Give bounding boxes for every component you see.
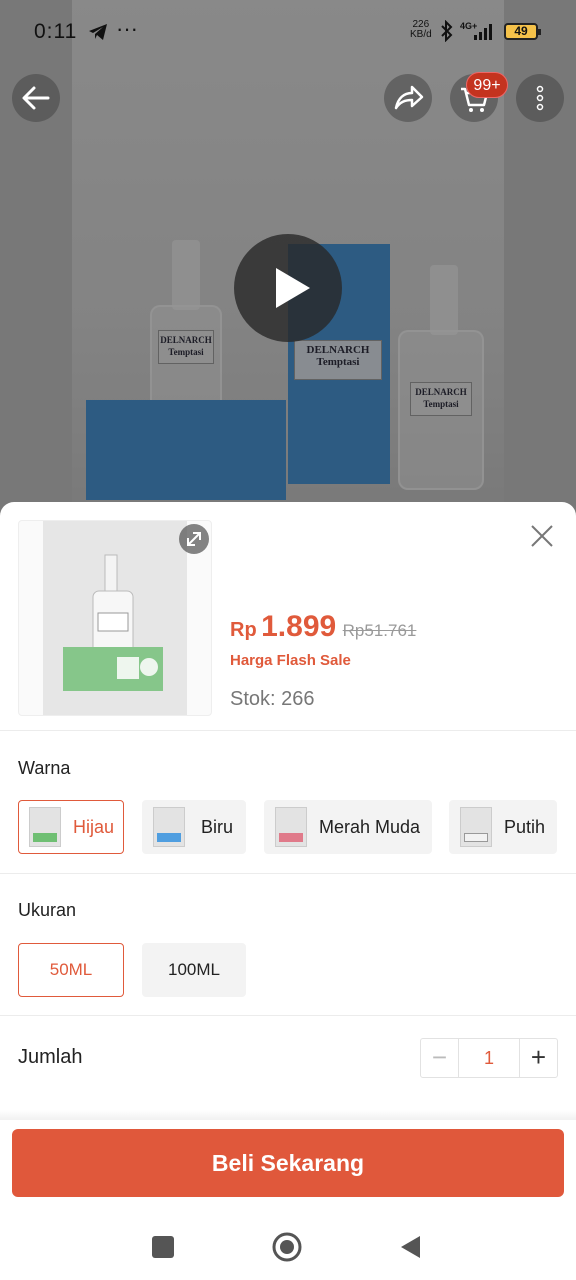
bluetooth-icon	[440, 19, 454, 47]
close-icon	[531, 525, 553, 547]
color-swatch	[29, 807, 61, 847]
variant-bottom-sheet: Rp 1.899 Rp51.761 Harga Flash Sale Stok:…	[0, 502, 576, 1280]
battery-icon: 49	[504, 23, 541, 40]
size-option-100ml[interactable]: 100ML	[142, 943, 246, 997]
back-triangle-icon[interactable]	[398, 1234, 424, 1260]
divider	[0, 730, 576, 731]
play-video-button[interactable]	[234, 234, 342, 342]
recent-apps-icon[interactable]	[152, 1236, 174, 1258]
swatch-color	[279, 833, 303, 842]
home-icon[interactable]	[271, 1231, 303, 1263]
arrow-left-icon	[22, 86, 50, 110]
size-section-title: Ukuran	[18, 900, 77, 920]
price-block: Rp 1.899 Rp51.761	[230, 610, 416, 644]
size-option-label: 50ML	[49, 960, 93, 979]
flash-sale-label: Harga Flash Sale	[230, 652, 351, 669]
expand-image-button[interactable]	[179, 524, 209, 554]
price-value: 1.899	[261, 610, 337, 643]
color-option-merah-muda[interactable]: Merah Muda	[264, 800, 432, 854]
swatch-color	[464, 833, 488, 842]
buy-now-button[interactable]: Beli Sekarang	[12, 1129, 564, 1197]
system-navigation-bar	[0, 1208, 576, 1280]
original-price: Rp51.761	[342, 621, 417, 640]
divider	[0, 873, 576, 874]
color-section-title: Warna	[18, 758, 71, 778]
more-options-button[interactable]	[516, 74, 564, 122]
network-speed-unit: KB/d	[410, 29, 432, 40]
color-option-label: Hijau	[73, 817, 115, 837]
size-option-label: 100ML	[168, 960, 220, 979]
status-time: 0:11	[34, 20, 78, 43]
action-bar-shadow	[0, 1110, 576, 1120]
color-option-putih[interactable]: Putih	[449, 800, 557, 854]
vertical-dots-icon	[536, 85, 544, 111]
signal-icon: 4G+	[460, 20, 498, 47]
status-bar: 0:11 ··· 226 KB/d 4G+ 49	[0, 0, 576, 64]
close-sheet-button[interactable]	[526, 520, 558, 552]
divider	[0, 1015, 576, 1016]
quantity-stepper: − 1 +	[420, 1038, 558, 1078]
share-button[interactable]	[384, 74, 432, 122]
play-icon	[276, 268, 310, 308]
swatch-color	[33, 833, 57, 842]
decrease-quantity-button[interactable]: −	[421, 1039, 459, 1077]
more-notifications-icon: ···	[116, 16, 138, 41]
cart-count-badge: 99+	[466, 72, 508, 98]
network-speed: 226 KB/d	[410, 20, 432, 40]
color-option-hijau[interactable]: Hijau	[18, 800, 124, 854]
color-option-label: Biru	[201, 817, 234, 837]
color-swatch	[275, 807, 307, 847]
size-option-50ml[interactable]: 50ML	[18, 943, 124, 997]
svg-text:4G+: 4G+	[460, 21, 477, 31]
color-swatch	[460, 807, 492, 847]
expand-arrows-icon	[187, 532, 201, 546]
swatch-color	[157, 833, 181, 842]
quantity-value[interactable]: 1	[459, 1039, 519, 1077]
stock-count: Stok: 266	[230, 688, 315, 710]
color-option-biru[interactable]: Biru	[142, 800, 246, 854]
color-swatch	[153, 807, 185, 847]
color-option-label: Merah Muda	[319, 817, 421, 837]
product-thumbnail[interactable]	[18, 520, 212, 716]
telegram-icon	[88, 23, 108, 46]
share-arrow-icon	[394, 85, 424, 110]
increase-quantity-button[interactable]: +	[519, 1039, 557, 1077]
price-currency: Rp	[230, 619, 257, 641]
color-option-label: Putih	[504, 817, 546, 837]
thumbnail-image	[43, 521, 187, 715]
back-button[interactable]	[12, 74, 60, 122]
quantity-title: Jumlah	[18, 1046, 83, 1068]
